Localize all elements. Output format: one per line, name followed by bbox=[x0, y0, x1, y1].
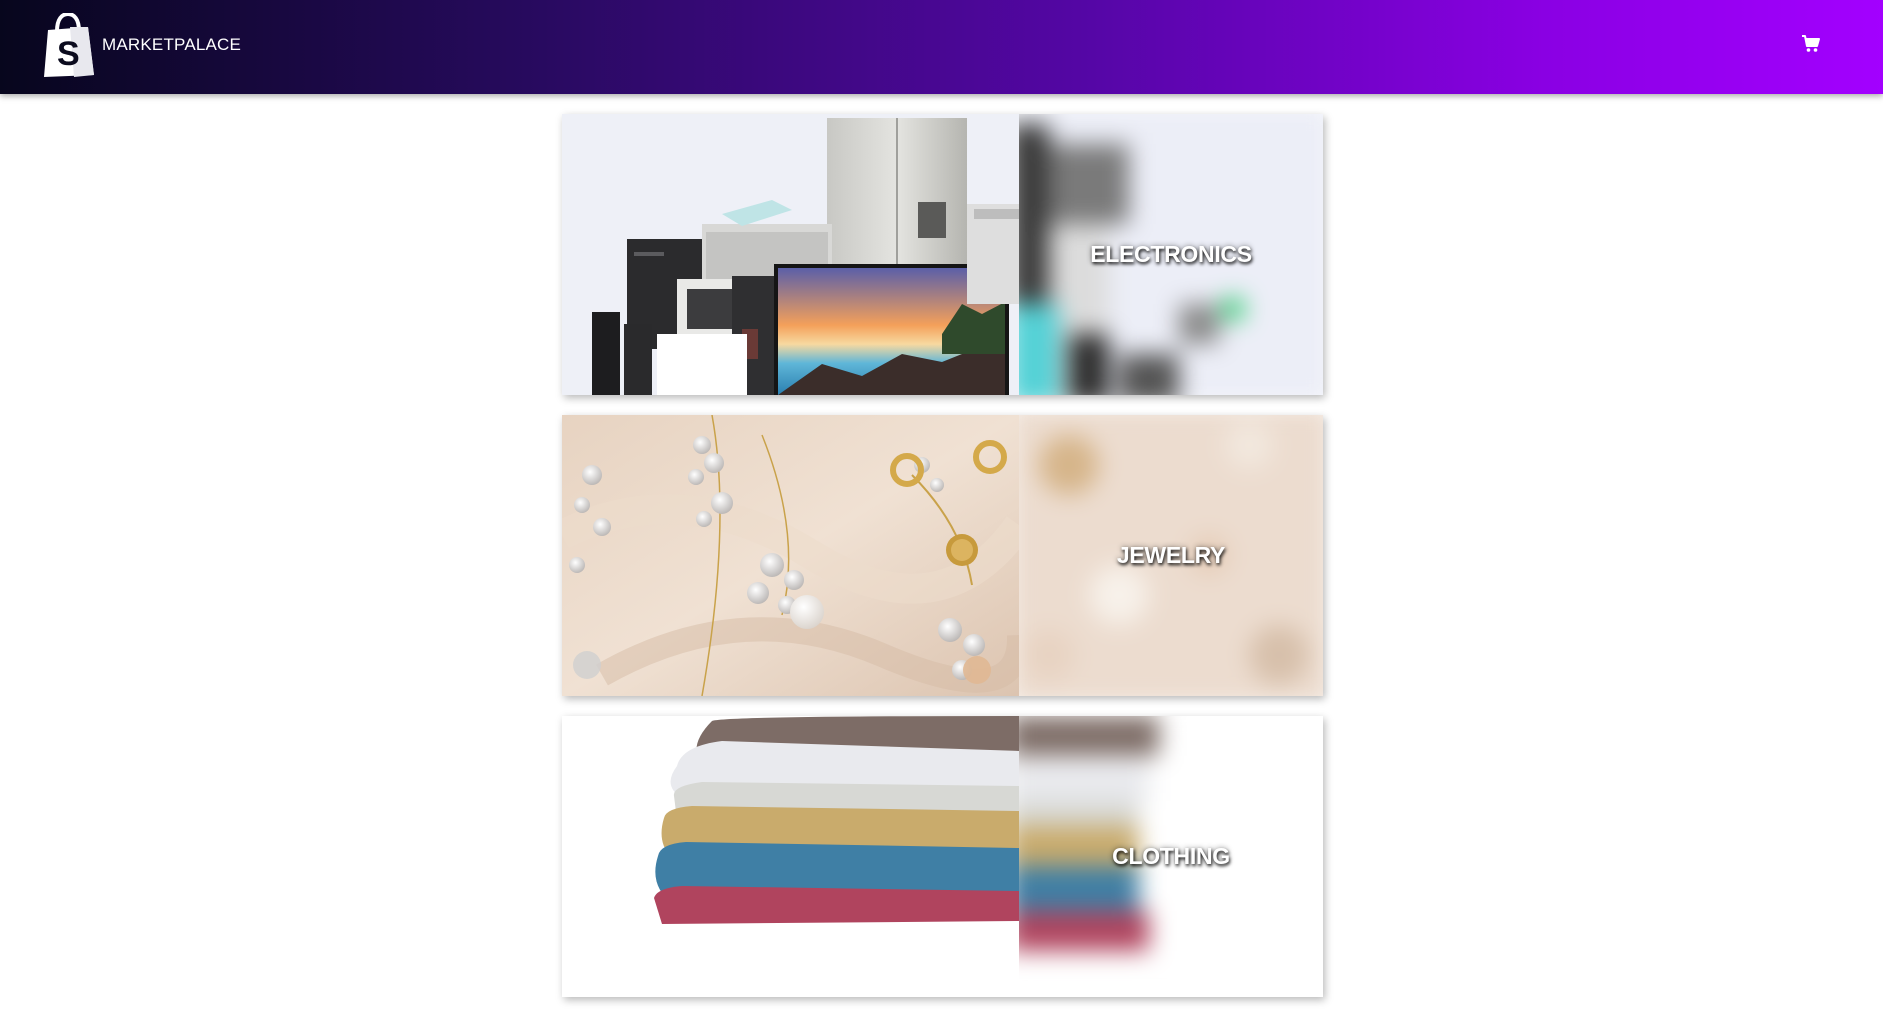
category-card-jewelry[interactable]: JEWELRY bbox=[562, 415, 1323, 696]
shopping-bag-icon: S bbox=[44, 13, 94, 77]
category-card-electronics[interactable]: ELECTRONICS bbox=[562, 114, 1323, 395]
category-title: JEWELRY bbox=[1116, 542, 1226, 568]
electronics-image bbox=[562, 114, 1019, 395]
category-title: ELECTRONICS bbox=[1090, 241, 1252, 267]
category-title: CLOTHING bbox=[1112, 843, 1230, 869]
category-card-clothing[interactable]: CLOTHING bbox=[562, 716, 1323, 997]
shopping-cart-icon bbox=[1802, 35, 1820, 52]
navbar: S MARKETPALACE bbox=[0, 0, 1883, 94]
brand-link[interactable]: S MARKETPALACE bbox=[40, 12, 241, 78]
svg-text:S: S bbox=[57, 35, 80, 73]
cart-button[interactable] bbox=[1801, 34, 1821, 54]
clothing-image bbox=[562, 716, 1019, 997]
brand-name: MARKETPALACE bbox=[102, 35, 242, 54]
category-list: ELECTRONICS JEWELRY CLOTHING bbox=[562, 114, 1323, 1017]
jewelry-image bbox=[562, 415, 1019, 696]
